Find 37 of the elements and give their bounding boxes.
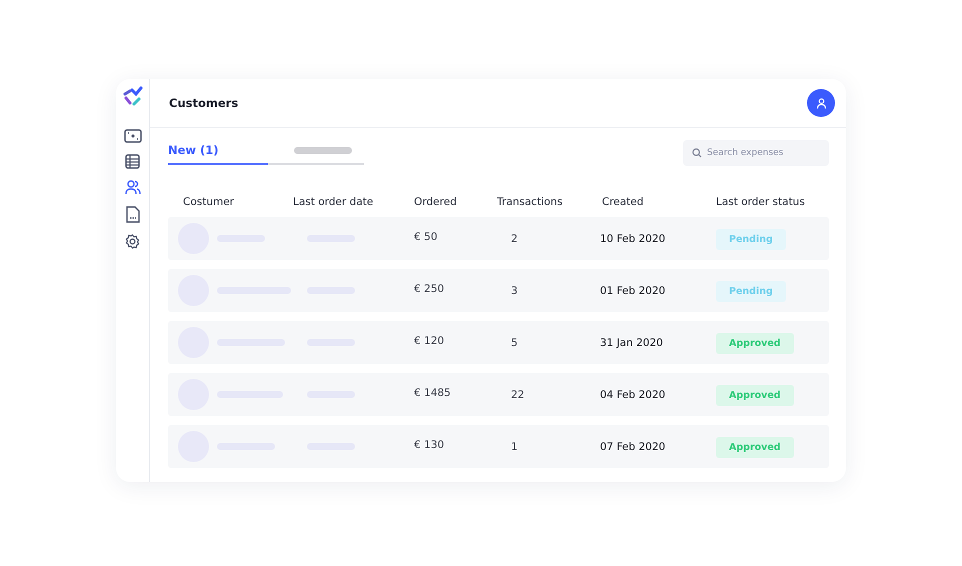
page-title: Customers <box>169 96 238 110</box>
tab[interactable]: New (1) <box>168 141 268 165</box>
users-icon[interactable] <box>124 180 140 195</box>
column-header: Last order status <box>716 196 806 208</box>
table-cell-text: 2 <box>510 232 519 244</box>
column-header: Last order date <box>293 196 374 208</box>
status-badge: Approved <box>716 333 794 354</box>
document-icon[interactable] <box>126 206 140 223</box>
status-badge: Pending <box>716 229 786 250</box>
status-badge: Approved <box>716 385 794 406</box>
table-cell-text: 10 Feb 2020 <box>600 232 666 244</box>
table-cell-text: 01 Feb 2020 <box>600 284 666 296</box>
column-header: Transactions <box>497 196 564 208</box>
table-cell-text: € 130 <box>413 438 446 450</box>
table-cell-text: 31 Jan 2020 <box>600 336 664 348</box>
status-badge: Pending <box>716 281 786 302</box>
table-icon[interactable] <box>125 154 140 169</box>
table-cell-text: € 250 <box>413 282 446 294</box>
status-badge: Approved <box>716 437 794 458</box>
column-header: Ordered <box>413 196 458 208</box>
search-field[interactable]: Search expenses <box>683 140 829 166</box>
settings-icon[interactable] <box>125 234 140 249</box>
table-cell-text: 22 <box>510 388 526 400</box>
table-cell-text: € 1485 <box>413 386 452 398</box>
table-cell-text: 07 Feb 2020 <box>600 440 666 452</box>
column-header: Costumer <box>182 196 236 208</box>
table-cell-text: € 120 <box>413 334 446 346</box>
table-cell-text: 5 <box>510 336 519 348</box>
table-cell-text: 04 Feb 2020 <box>600 388 666 400</box>
user-icon <box>816 98 826 108</box>
profile-button[interactable] <box>807 89 835 117</box>
logo-icon <box>122 86 144 108</box>
table-cell-text: 1 <box>510 440 519 452</box>
wallet-icon[interactable] <box>124 129 142 143</box>
table-cell-text: 3 <box>510 284 519 296</box>
table-cell-text: € 50 <box>413 230 438 242</box>
column-header: Created <box>601 196 645 208</box>
